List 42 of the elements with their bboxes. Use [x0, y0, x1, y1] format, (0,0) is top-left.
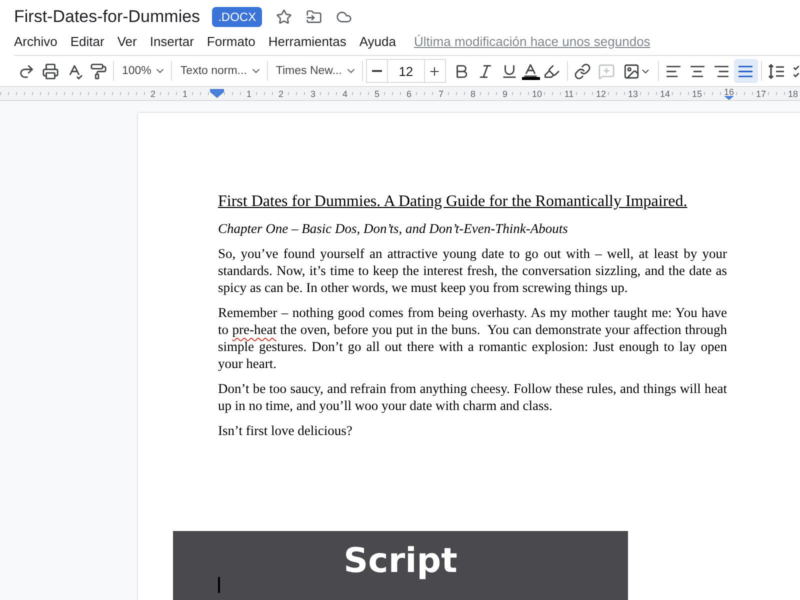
paragraph: So, you’ve found yourself an attractive young date to go out with – well, at least by your standards. Now, it’s time to keep the interest fresh, the conversation sizzling, and the date as spicy as can be. In other words, we must keep you from screwing things up.	[218, 245, 727, 296]
last-edit-link[interactable]: Última modificación hace unos segundos	[414, 34, 650, 48]
paragraph: Isn’t first love delicious?	[218, 422, 354, 439]
ruler-number: 9	[500, 88, 510, 98]
ruler-number: 1	[180, 88, 190, 98]
ruler-number: 18	[786, 88, 800, 98]
ruler-number: 17	[754, 88, 768, 98]
menu-item[interactable]: Formato	[206, 34, 256, 48]
ruler-number: 2	[276, 88, 286, 98]
menu-item[interactable]: Ayuda	[359, 34, 396, 48]
menu-item[interactable]: Ver	[117, 34, 137, 48]
ruler-number: 13	[626, 88, 640, 98]
ruler-number: 1	[244, 88, 254, 98]
ruler-number: 4	[340, 88, 350, 98]
paragraph: Remember – nothing good comes from being overhasty. As my mother taught me: You have to pre-heat the oven, before you put in the buns. You can demonstrate your affection through simple gestures. Don’t go all out there with a romantic explosion: Just enough to lay open your heart.	[218, 304, 727, 372]
style-dropdown[interactable]: Texto norm...	[175, 59, 264, 83]
ruler-number: 14	[658, 88, 672, 98]
ruler-number: 2	[148, 88, 158, 98]
zoom-dropdown[interactable]: 100%	[117, 59, 168, 83]
ruler-number: 12	[594, 88, 608, 98]
menu-item[interactable]: Archivo	[14, 34, 58, 48]
document-heading: First Dates for Dummies. A Dating Guide for the Romantically Impaired.	[218, 193, 688, 211]
ruler-number: 5	[372, 88, 382, 98]
menu-item[interactable]: Herramientas	[268, 34, 346, 48]
ruler[interactable]: 2 1 1 2 3 4 5 6 7 8 9 10 11 12 13 14 15 16 17 18	[0, 86, 800, 101]
menu-item[interactable]: Insertar	[150, 34, 194, 48]
ruler-number: 15	[690, 88, 704, 98]
ruler-number: 6	[404, 88, 414, 98]
ruler-number: 10	[530, 88, 544, 98]
font-dropdown[interactable]: Times New...	[270, 59, 359, 83]
ruler-number: 11	[562, 88, 576, 98]
paragraph: Don’t be too saucy, and refrain from anything cheesy. Follow these rules, and things will heat up in no time, and you’ll woo your date with charm and class.	[218, 380, 727, 414]
document-title[interactable]: First-Dates-for-Dummies	[14, 7, 200, 27]
ruler-number: 16	[722, 86, 736, 96]
banner-title: Script	[344, 541, 458, 581]
ruler-number: 3	[308, 88, 318, 98]
chapter-subtitle: Chapter One – Basic Dos, Don’ts, and Don’t-Even-Think-Abouts	[218, 220, 569, 237]
font-size-field[interactable]: 12	[388, 59, 424, 83]
ruler-number: 8	[468, 88, 478, 98]
file-type-badge: .DOCX	[212, 7, 262, 27]
menu-item[interactable]: Editar	[70, 34, 104, 48]
ruler-number: 7	[436, 88, 446, 98]
